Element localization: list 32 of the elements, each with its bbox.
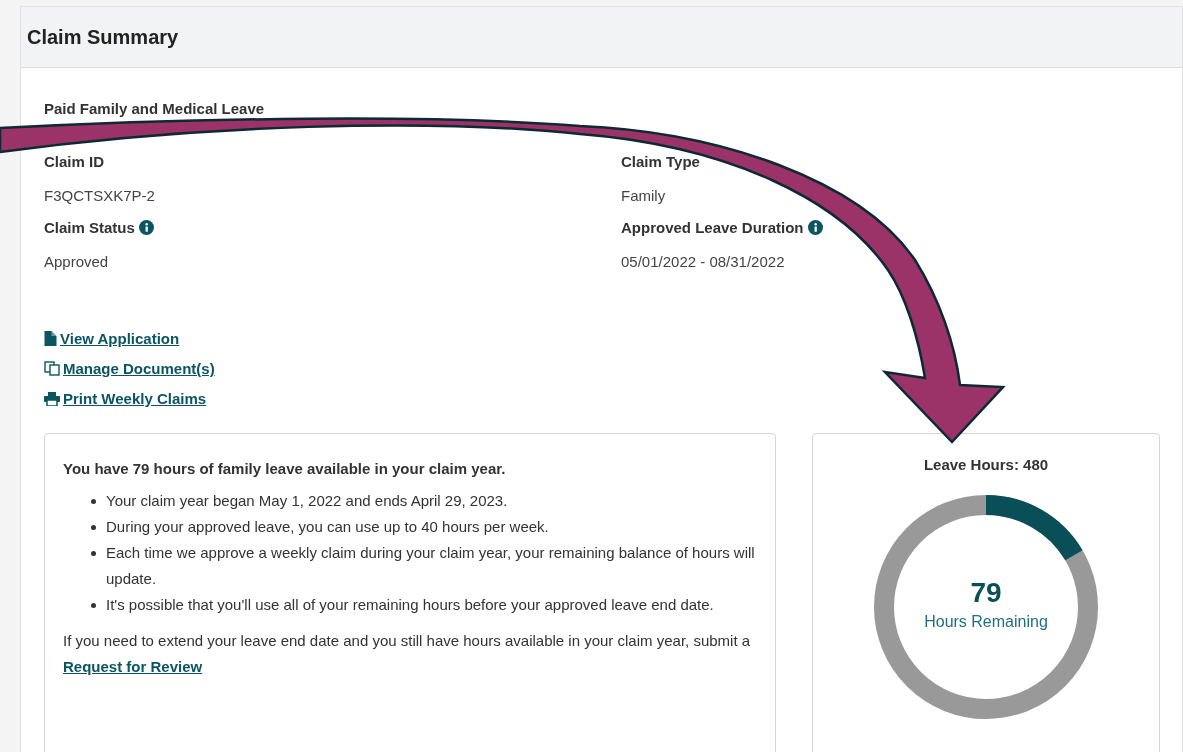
field-label: Claim Type bbox=[621, 153, 700, 170]
bullet-icon bbox=[91, 525, 96, 530]
info-icon[interactable] bbox=[138, 220, 154, 235]
program-name: Paid Family and Medical Leave bbox=[44, 101, 265, 117]
copy-icon bbox=[44, 361, 60, 376]
file-icon bbox=[44, 331, 57, 346]
field-value: F3QCTSXK7P-2 bbox=[44, 187, 155, 204]
bullet-text: Your claim year began May 1, 2022 and ends April 29, 2023. bbox=[106, 491, 508, 511]
print-icon bbox=[44, 391, 60, 406]
info-paragraph: If you need to extend your leave end date and you still have hours available in your claim year, submit a Request for Review bbox=[63, 631, 752, 677]
field-value: Approved bbox=[44, 253, 109, 270]
panel-title: Claim Summary bbox=[27, 25, 179, 49]
hours-number: 79 bbox=[970, 584, 1002, 601]
field-value: 05/01/2022 - 08/31/2022 bbox=[621, 253, 785, 270]
hours-caption: Hours Remaining bbox=[924, 613, 1048, 630]
field-label: Claim Status bbox=[44, 219, 135, 236]
info-icon[interactable] bbox=[807, 220, 823, 235]
info-heading: You have 79 hours of family leave available in your claim year. bbox=[63, 459, 507, 479]
bullet-text: During your approved leave, you can use up to 40 hours per week. bbox=[106, 517, 549, 537]
bullet-text: It's possible that you'll use all of your remaining hours before your approved leave end date. bbox=[106, 595, 714, 615]
action-link[interactable]: Print Weekly Claims bbox=[44, 390, 207, 407]
action-link[interactable]: View Application bbox=[44, 330, 180, 347]
bullet-icon bbox=[91, 499, 96, 504]
field-label: Claim ID bbox=[44, 153, 104, 170]
action-link[interactable]: Manage Document(s) bbox=[44, 360, 215, 377]
bullet-icon bbox=[91, 603, 96, 608]
field-value: Family bbox=[621, 187, 666, 204]
field-label: Approved Leave Duration bbox=[621, 219, 804, 236]
bullet-text: Each time we approve a weekly claim during your claim year, your remaining balance of hours will update. bbox=[106, 543, 756, 589]
bullet-icon bbox=[91, 551, 96, 556]
review-link[interactable]: Request for Review bbox=[63, 658, 203, 675]
hours-title: Leave Hours: 480 bbox=[923, 456, 1049, 473]
